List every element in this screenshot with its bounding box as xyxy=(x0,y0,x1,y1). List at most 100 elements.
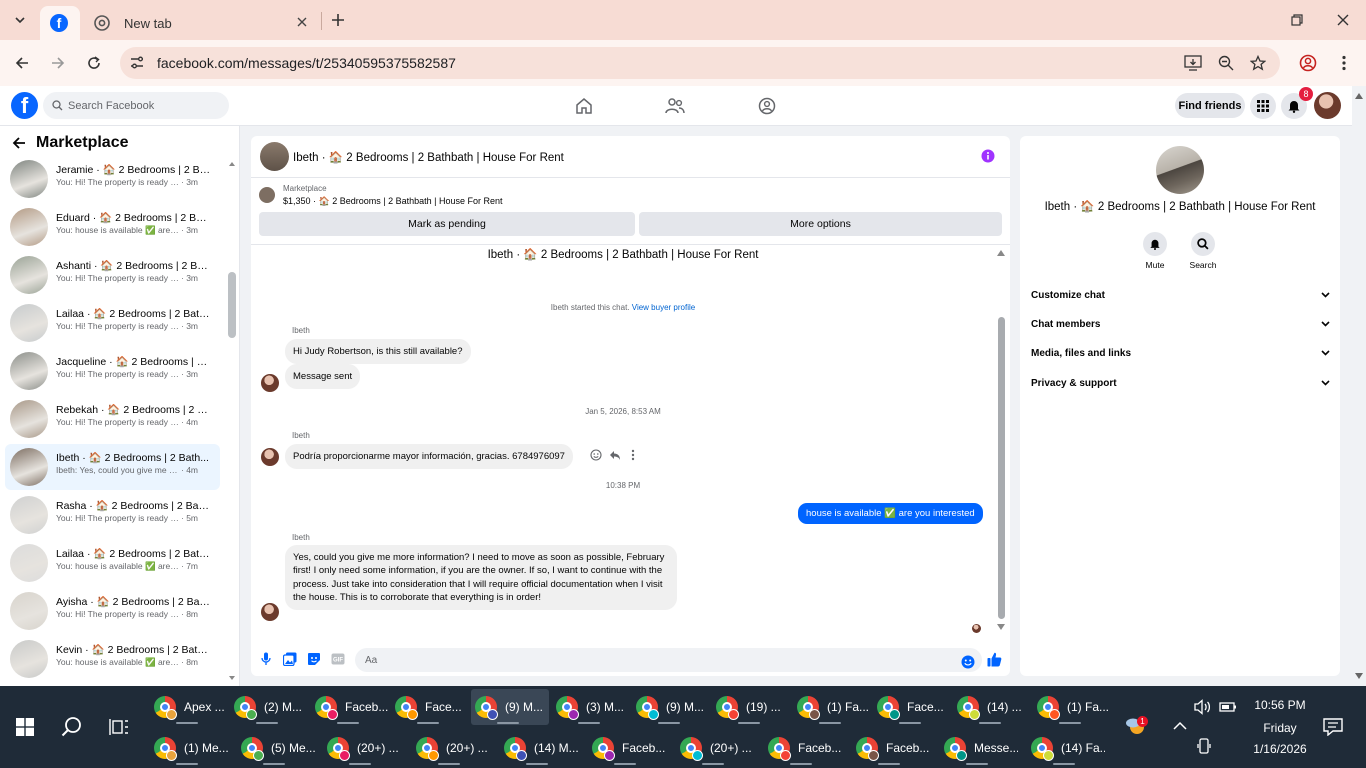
taskbar-chrome-window[interactable]: Faceb... xyxy=(852,730,930,766)
back-button[interactable] xyxy=(10,51,34,75)
message-bubble[interactable]: Message sent xyxy=(285,364,361,390)
clock-day[interactable]: Friday xyxy=(1250,721,1310,735)
emoji-button[interactable] xyxy=(960,654,976,670)
taskbar-chrome-window[interactable]: Messe... xyxy=(940,730,1018,766)
mark-as-pending-button[interactable]: Mark as pending xyxy=(259,212,635,236)
start-button[interactable] xyxy=(14,716,36,738)
tab-search-button[interactable] xyxy=(8,8,32,32)
volume-button[interactable] xyxy=(1194,698,1212,716)
conversation-item[interactable]: Rasha · 🏠 2 Bedrooms | 2 Bath... You: Hi!… xyxy=(5,492,220,538)
taskbar-chrome-window[interactable]: (20+) ... xyxy=(323,730,401,766)
taskbar-chrome-window[interactable]: (1) Fa... xyxy=(1033,689,1111,725)
more-vertical-icon[interactable] xyxy=(631,449,635,461)
conversation-item[interactable]: Lailaa · 🏠 2 Bedrooms | 2 Bath... You: ho… xyxy=(5,540,220,586)
friends-nav-button[interactable] xyxy=(664,95,686,117)
taskbar-search-button[interactable] xyxy=(60,715,84,739)
tab-facebook[interactable]: f xyxy=(40,6,80,40)
taskbar-chrome-window[interactable]: (20+) ... xyxy=(676,730,754,766)
taskbar-chrome-window[interactable]: Faceb... xyxy=(311,689,389,725)
clock-date[interactable]: 1/16/2026 xyxy=(1245,742,1315,756)
home-nav-button[interactable] xyxy=(573,95,595,117)
reload-button[interactable] xyxy=(82,51,106,75)
sender-avatar[interactable] xyxy=(261,374,279,392)
chat-title[interactable]: Ibeth · 🏠 2 Bedrooms | 2 Bathbath | Hous… xyxy=(293,150,564,164)
sender-avatar[interactable] xyxy=(261,603,279,621)
groups-nav-button[interactable] xyxy=(756,95,778,117)
listing-thumbnail[interactable] xyxy=(259,187,275,203)
notification-center-button[interactable] xyxy=(1322,716,1344,738)
sender-avatar[interactable] xyxy=(261,448,279,466)
voice-clip-button[interactable] xyxy=(258,651,274,667)
taskbar-chrome-window[interactable]: (14) ... xyxy=(953,689,1031,725)
clock-time[interactable]: 10:56 PM xyxy=(1250,698,1310,712)
listing-summary[interactable]: $1,350 · 🏠 2 Bedrooms | 2 Bathbath | Hou… xyxy=(283,196,503,207)
conversation-item[interactable]: Kevin · 🏠 2 Bedrooms | 2 Bath... You: hou… xyxy=(5,636,220,682)
attach-media-button[interactable] xyxy=(282,651,298,667)
arrow-left-icon[interactable] xyxy=(12,136,26,150)
taskbar-chrome-window[interactable]: (1) Fa... xyxy=(793,689,871,725)
browser-menu-button[interactable] xyxy=(1332,51,1356,75)
profile-button[interactable] xyxy=(1296,51,1320,75)
page-scroll-down-icon[interactable] xyxy=(1355,673,1363,679)
sticker-button[interactable] xyxy=(306,651,322,667)
view-buyer-profile-link[interactable]: View buyer profile xyxy=(632,303,695,312)
mute-button[interactable]: Mute xyxy=(1135,232,1175,270)
react-emoji-icon[interactable] xyxy=(590,449,602,461)
facebook-search-input[interactable]: Search Facebook xyxy=(43,92,229,119)
scroll-down-icon[interactable] xyxy=(228,674,236,682)
install-app-button[interactable] xyxy=(1183,53,1203,73)
show-hidden-icons-button[interactable] xyxy=(1172,718,1188,734)
taskbar-chrome-window[interactable]: (5) Me... xyxy=(237,730,315,766)
chat-info-avatar[interactable] xyxy=(1156,146,1204,194)
task-view-button[interactable] xyxy=(108,717,130,737)
conversation-item[interactable]: Jacqueline · 🏠 2 Bedrooms | 2 ... You: Hi… xyxy=(5,348,220,394)
page-scroll-up-icon[interactable] xyxy=(1355,93,1363,99)
customize-chat-section[interactable]: Customize chat xyxy=(1031,284,1330,306)
message-input[interactable]: Aa xyxy=(355,648,982,672)
conversation-item[interactable]: Ibeth · 🏠 2 Bedrooms | 2 Bath... Ibeth: Y… xyxy=(5,444,220,490)
taskbar-chrome-window[interactable]: (20+) ... xyxy=(412,730,490,766)
taskbar-chrome-window[interactable]: Apex ... xyxy=(150,689,228,725)
conversation-item[interactable]: Ashanti · 🏠 2 Bedrooms | 2 Ba... You: Hi!… xyxy=(5,252,220,298)
message-bubble[interactable]: Hi Judy Robertson, is this still availab… xyxy=(285,339,471,365)
taskbar-chrome-window[interactable]: Faceb... xyxy=(588,730,666,766)
scroll-up-icon[interactable] xyxy=(228,160,236,168)
taskbar-chrome-window[interactable]: Face... xyxy=(391,689,469,725)
taskbar-chrome-window[interactable]: Faceb... xyxy=(764,730,842,766)
battery-button[interactable] xyxy=(1219,700,1237,714)
chat-scrollbar[interactable] xyxy=(998,317,1005,619)
zoom-button[interactable] xyxy=(1216,53,1236,73)
more-options-button[interactable]: More options xyxy=(639,212,1002,236)
device-icon-button[interactable] xyxy=(1196,738,1212,754)
tab-new-tab[interactable]: New tab xyxy=(84,6,320,40)
facebook-logo-icon[interactable]: f xyxy=(11,92,38,119)
find-friends-button[interactable]: Find friends xyxy=(1175,93,1245,118)
chat-members-section[interactable]: Chat members xyxy=(1031,313,1330,335)
bookmark-button[interactable] xyxy=(1248,53,1268,73)
taskbar-chrome-window[interactable]: (1) Me... xyxy=(150,730,228,766)
conversation-item[interactable]: Eduard · 🏠 2 Bedrooms | 2 Bat... You: hou… xyxy=(5,204,220,250)
scroll-up-icon[interactable] xyxy=(997,250,1005,256)
address-bar[interactable]: facebook.com/messages/t/2534059537558258… xyxy=(120,47,1280,79)
taskbar-chrome-window[interactable]: Face... xyxy=(873,689,951,725)
privacy-support-section[interactable]: Privacy & support xyxy=(1031,372,1330,394)
outgoing-message-bubble[interactable]: house is available ✅ are you interested xyxy=(798,503,983,525)
profile-avatar[interactable] xyxy=(1314,92,1341,119)
forward-button[interactable] xyxy=(46,51,70,75)
message-bubble[interactable]: Yes, could you give me more information?… xyxy=(285,545,677,611)
conversation-item[interactable]: Lailaa · 🏠 2 Bedrooms | 2 Bath... You: Hi… xyxy=(5,300,220,346)
info-icon[interactable] xyxy=(981,149,995,163)
conversation-item[interactable]: Jeramie · 🏠 2 Bedrooms | 2 Ba... You: Hi!… xyxy=(5,156,220,202)
close-icon[interactable] xyxy=(296,16,308,28)
message-bubble[interactable]: Podría proporcionarme mayor información,… xyxy=(285,444,573,470)
chat-listing-avatar[interactable] xyxy=(260,142,289,171)
taskbar-chrome-window[interactable]: (19) ... xyxy=(712,689,790,725)
search-in-chat-button[interactable]: Search xyxy=(1183,232,1223,270)
taskbar-chrome-window[interactable]: (3) M... xyxy=(552,689,630,725)
restore-window-button[interactable] xyxy=(1287,10,1307,30)
taskbar-chrome-window[interactable]: (14) M... xyxy=(500,730,578,766)
taskbar-chrome-window[interactable]: (9) M... xyxy=(471,689,549,725)
conversation-list-scrollbar[interactable] xyxy=(228,272,236,338)
close-window-button[interactable] xyxy=(1333,10,1353,30)
like-button[interactable] xyxy=(986,651,1002,667)
